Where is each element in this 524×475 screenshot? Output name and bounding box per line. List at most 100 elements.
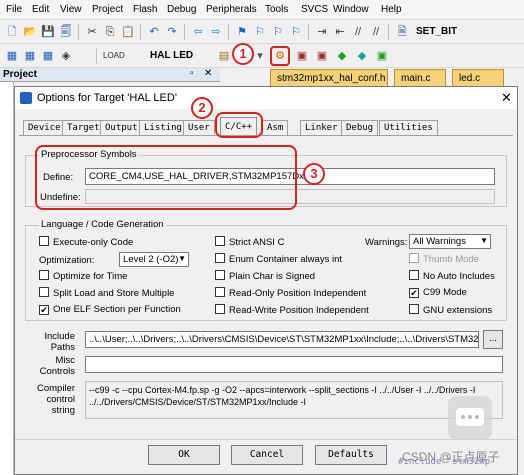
open-folder-icon[interactable]: 📂 xyxy=(22,24,38,40)
no-auto-includes-checkbox[interactable]: No Auto Includes xyxy=(409,270,495,282)
misc-controls-input[interactable] xyxy=(85,356,503,373)
menu-flash[interactable]: Flash xyxy=(133,4,157,15)
menu-debug[interactable]: Debug xyxy=(167,4,196,15)
c99-mode-label: C99 Mode xyxy=(423,287,467,298)
nav-forward-icon[interactable]: ⇨ xyxy=(208,24,224,40)
uncomment-icon[interactable]: // xyxy=(368,24,384,40)
menu-edit[interactable]: Edit xyxy=(32,4,49,15)
menu-project[interactable]: Project xyxy=(92,4,123,15)
menu-help[interactable]: Help xyxy=(381,4,402,15)
indent-icon[interactable]: ⇥ xyxy=(314,24,330,40)
manage-components-icon[interactable]: ▣ xyxy=(294,48,310,64)
c99-mode-checkbox[interactable]: ✔ C99 Mode xyxy=(409,287,467,298)
unindent-icon[interactable]: ⇤ xyxy=(332,24,348,40)
options-for-target-icon[interactable]: ⚙ xyxy=(270,46,290,66)
menu-view[interactable]: View xyxy=(60,4,82,15)
tab-target[interactable]: Target xyxy=(62,120,105,136)
rebuild-icon[interactable]: ▦ xyxy=(40,48,56,64)
gnu-extensions-checkbox[interactable]: GNU extensions xyxy=(409,304,492,316)
enum-container-label: Enum Container always int xyxy=(229,254,342,265)
nav-back-icon[interactable]: ⇦ xyxy=(190,24,206,40)
tab-led-c[interactable]: led.c xyxy=(452,69,504,86)
ro-pi-checkbox[interactable]: Read-Only Position Independent xyxy=(215,287,366,299)
translate-icon[interactable]: ▦ xyxy=(4,48,20,64)
dialog-title: Options for Target 'HAL LED' xyxy=(37,92,177,104)
split-load-checkbox[interactable]: Split Load and Store Multiple xyxy=(39,287,174,299)
plain-char-checkbox[interactable]: Plain Char is Signed xyxy=(215,270,315,282)
clear-bookmarks-icon[interactable]: ⚐ xyxy=(288,24,304,40)
include-paths-label: Include Paths xyxy=(44,331,75,353)
next-bookmark-icon[interactable]: ⚐ xyxy=(270,24,286,40)
find-in-files-icon[interactable]: 🗎 xyxy=(394,24,410,40)
target-options-icon[interactable]: ▤ xyxy=(216,48,232,64)
tab-asm[interactable]: Asm xyxy=(262,120,289,136)
defaults-button[interactable]: Defaults xyxy=(315,445,387,465)
build-icon[interactable]: ▦ xyxy=(22,48,38,64)
set-bit-label[interactable]: SET_BIT xyxy=(416,26,457,37)
run-time-env-icon[interactable]: ▣ xyxy=(374,48,390,64)
strict-ansi-checkbox[interactable]: Strict ANSI C xyxy=(215,236,284,248)
menu-peripherals[interactable]: Peripherals xyxy=(206,4,257,15)
tab-linker[interactable]: Linker xyxy=(300,120,343,136)
execute-only-label: Execute-only Code xyxy=(53,237,134,248)
tab-main-c-label: main.c xyxy=(401,73,431,84)
dropdown-arrow-icon[interactable]: ▾ xyxy=(252,48,268,64)
copy-icon[interactable]: ⎘ xyxy=(102,24,118,40)
compiler-control-string: --c99 -c --cpu Cortex-M4.fp.sp -g -O2 --… xyxy=(85,381,503,419)
tab-utilities[interactable]: Utilities xyxy=(379,120,438,136)
app-icon xyxy=(20,92,32,104)
project-pane xyxy=(0,82,14,475)
pack-installer-icon[interactable]: ◆ xyxy=(334,48,350,64)
target-select[interactable]: HAL LED xyxy=(150,50,193,61)
download-icon[interactable]: LOAD xyxy=(102,48,125,64)
plain-char-label: Plain Char is Signed xyxy=(229,271,316,282)
save-icon[interactable]: 💾 xyxy=(40,24,56,40)
optimize-time-checkbox[interactable]: Optimize for Time xyxy=(39,270,127,282)
bookmark-icon[interactable]: ⚑ xyxy=(234,24,250,40)
undo-icon[interactable]: ↶ xyxy=(146,24,162,40)
include-paths-input[interactable]: ..\..\User;..\..\Drivers;..\..\Drivers\C… xyxy=(85,331,479,348)
annotation-1: 1 xyxy=(232,43,254,65)
execute-only-checkbox[interactable]: Execute-only Code xyxy=(39,236,133,248)
warnings-label: Warnings: xyxy=(365,237,408,248)
new-file-icon[interactable]: 🗋 xyxy=(4,24,20,40)
tab-debug[interactable]: Debug xyxy=(341,120,379,136)
cut-icon[interactable]: ✂ xyxy=(84,24,100,40)
prev-bookmark-icon[interactable]: ⚐ xyxy=(252,24,268,40)
tab-output[interactable]: Output xyxy=(100,120,143,136)
batch-build-icon[interactable]: ◈ xyxy=(58,48,74,64)
dialog-close-icon[interactable]: ✕ xyxy=(501,90,512,106)
optimization-select[interactable]: Level 2 (-O2) ▼ xyxy=(119,252,189,267)
ok-button[interactable]: OK xyxy=(148,445,220,465)
warnings-select[interactable]: All Warnings ▼ xyxy=(409,234,491,249)
save-all-icon[interactable]: 🗐 xyxy=(58,24,74,40)
file-extensions-icon[interactable]: ▣ xyxy=(314,48,330,64)
codegen-label: Language / Code Generation xyxy=(39,219,166,230)
tab-device[interactable]: Device xyxy=(23,120,66,136)
enum-container-checkbox[interactable]: Enum Container always int xyxy=(215,253,342,265)
paste-icon[interactable]: 📋 xyxy=(120,24,136,40)
warnings-value: All Warnings xyxy=(413,236,466,247)
pin-icon[interactable]: ▫ xyxy=(190,68,194,79)
options-dialog: Options for Target 'HAL LED' ✕ Device Ta… xyxy=(14,86,518,475)
annotation-box-define xyxy=(35,145,297,210)
annotation-2: 2 xyxy=(191,97,213,119)
menu-svcs[interactable]: SVCS xyxy=(301,4,328,15)
comment-icon[interactable]: // xyxy=(350,24,366,40)
thumb-mode-checkbox[interactable]: Thumb Mode xyxy=(409,253,479,265)
optimization-value: Level 2 (-O2) xyxy=(123,254,179,265)
redo-icon[interactable]: ↷ xyxy=(164,24,180,40)
close-icon[interactable]: ✕ xyxy=(204,68,212,79)
tab-listing[interactable]: Listing xyxy=(139,120,187,136)
menu-tools[interactable]: Tools xyxy=(265,4,288,15)
rw-pi-checkbox[interactable]: Read-Write Position Independent xyxy=(215,304,369,316)
browse-button[interactable]: ... xyxy=(483,330,503,349)
menu-file[interactable]: File xyxy=(6,4,22,15)
tab-user[interactable]: User xyxy=(183,120,215,136)
cancel-button[interactable]: Cancel xyxy=(231,445,303,465)
select-packs-icon[interactable]: ◆ xyxy=(354,48,370,64)
tab-hal-conf[interactable]: stm32mp1xx_hal_conf.h xyxy=(270,69,388,86)
menu-window[interactable]: Window xyxy=(333,4,369,15)
one-elf-checkbox[interactable]: ✔ One ELF Section per Function xyxy=(39,304,181,315)
tab-main-c[interactable]: main.c xyxy=(394,69,446,86)
